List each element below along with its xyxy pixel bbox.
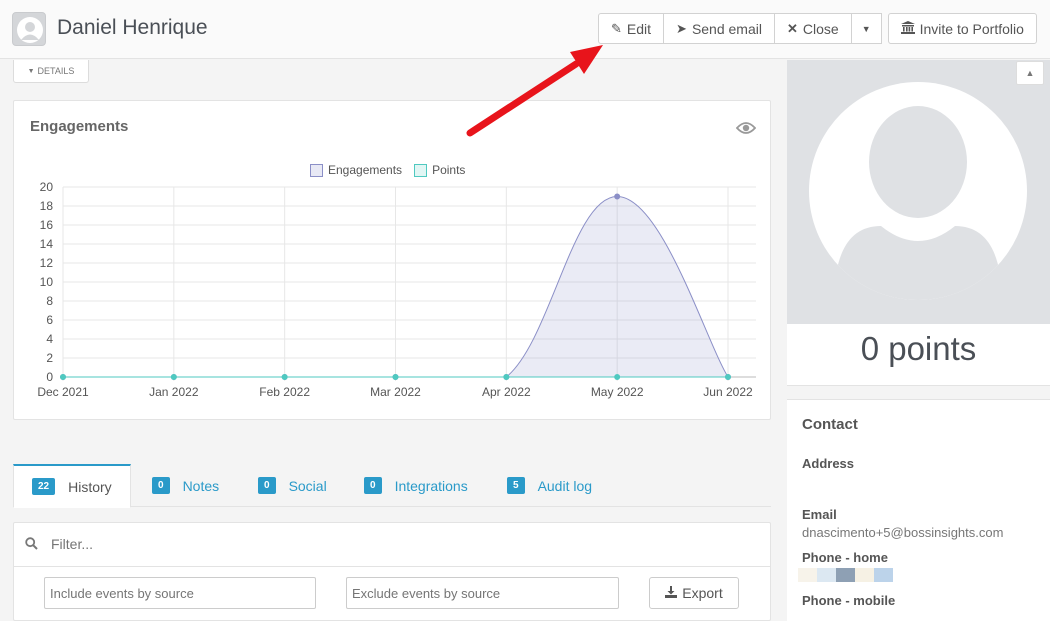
tab-history[interactable]: 22 History <box>13 464 131 508</box>
email-label: Email <box>802 507 837 522</box>
notes-count-badge: 0 <box>152 477 170 494</box>
filter-row <box>14 523 770 567</box>
download-icon <box>665 585 678 601</box>
tab-label-history: History <box>68 478 112 495</box>
send-email-button[interactable]: ➤ Send email <box>663 13 775 44</box>
redacted-phone-value <box>798 568 893 582</box>
x-tick-label: Mar 2022 <box>370 385 421 399</box>
x-tick-label: Jan 2022 <box>149 385 199 399</box>
send-email-label: Send email <box>691 20 762 37</box>
more-actions-dropdown[interactable]: ▼ <box>850 13 882 44</box>
points-total: 0 points <box>860 330 977 367</box>
tab-integrations[interactable]: 0 Integrations <box>364 464 468 507</box>
data-point-points <box>170 374 177 380</box>
integrations-count-badge: 0 <box>364 477 382 494</box>
header-actions: ✎ Edit ➤ Send email ✕ Close ▼ Invite to … <box>598 13 1037 44</box>
data-point-engagements <box>614 193 621 200</box>
address-label: Address <box>802 456 855 471</box>
y-tick-label: 0 <box>46 370 53 384</box>
x-tick-label: Dec 2021 <box>37 385 89 399</box>
edit-button[interactable]: ✎ Edit <box>598 13 665 44</box>
contact-avatar-small <box>12 12 46 46</box>
close-button[interactable]: ✕ Close <box>773 13 852 44</box>
include-events-input[interactable] <box>44 577 316 609</box>
tab-label-audit-log: Audit log <box>537 477 593 494</box>
page-header: Daniel Henrique ✎ Edit ➤ Send email ✕ Cl… <box>0 0 1050 59</box>
data-point-points <box>392 374 399 380</box>
tab-label-notes: Notes <box>182 477 220 494</box>
x-tick-label: Apr 2022 <box>482 385 531 399</box>
filter-input[interactable] <box>51 536 451 552</box>
y-tick-label: 8 <box>46 294 53 308</box>
invite-to-portfolio-button[interactable]: Invite to Portfolio <box>887 13 1037 44</box>
institution-icon <box>900 20 915 37</box>
data-point-points <box>281 374 288 380</box>
exclude-events-input[interactable] <box>346 577 619 609</box>
phone-home-label: Phone - home <box>802 550 888 565</box>
x-tick-label: May 2022 <box>591 385 644 399</box>
collapse-sidebar-button[interactable]: ▲ <box>1016 61 1044 85</box>
close-icon: ✕ <box>786 20 798 36</box>
y-tick-label: 16 <box>40 218 54 232</box>
engagements-panel: Engagements Engagements Points 0 2 4 6 8 10 12… <box>13 100 771 420</box>
y-tick-label: 2 <box>46 351 53 365</box>
phone-mobile-label: Phone - mobile <box>802 593 896 608</box>
history-filter-box: Export <box>13 522 771 621</box>
data-point-points <box>725 374 731 380</box>
data-point-points <box>60 374 66 380</box>
engagements-chart: 0 2 4 6 8 10 12 14 16 18 20 Dec 2021 Jan 2022 Feb 202… <box>37 180 756 399</box>
details-toggle[interactable]: ▼ DETAILS <box>13 60 89 83</box>
audit-log-count-badge: 5 <box>507 477 525 494</box>
sidebar-divider <box>787 385 1050 400</box>
y-tick-label: 4 <box>46 332 53 346</box>
tab-audit-log[interactable]: 5 Audit log <box>507 464 592 507</box>
x-tick-label: Feb 2022 <box>259 385 310 399</box>
data-point-points <box>503 374 510 380</box>
export-label: Export <box>682 585 723 601</box>
y-tick-label: 10 <box>40 275 54 289</box>
y-tick-label: 6 <box>46 313 53 327</box>
contact-sidebar: ▲ 0 points Contact Address Email dnascim… <box>787 60 1050 621</box>
edit-icon: ✎ <box>611 20 622 36</box>
data-point-points <box>614 374 621 380</box>
search-icon <box>25 537 38 555</box>
email-value[interactable]: dnascimento+5@bossinsights.com <box>802 525 1003 540</box>
tab-notes[interactable]: 0 Notes <box>152 464 219 507</box>
caret-down-icon: ▼ <box>27 67 35 75</box>
page-title: Daniel Henrique <box>57 16 208 39</box>
caret-down-icon: ▼ <box>861 23 871 34</box>
invite-label: Invite to Portfolio <box>919 20 1024 37</box>
y-tick-label: 14 <box>40 237 54 251</box>
tab-label-social: Social <box>288 477 327 494</box>
edit-label: Edit <box>626 20 652 37</box>
contact-heading: Contact <box>802 416 858 433</box>
y-tick-label: 18 <box>40 199 54 213</box>
y-tick-label: 20 <box>40 180 54 194</box>
details-label: DETAILS <box>37 66 75 76</box>
y-tick-label: 12 <box>40 256 54 270</box>
social-count-badge: 0 <box>258 477 276 494</box>
history-count-badge: 22 <box>32 478 56 495</box>
tab-social[interactable]: 0 Social <box>258 464 327 507</box>
paper-plane-icon: ➤ <box>676 20 687 36</box>
activity-tabs: 22 History 0 Notes 0 Social 0 Integratio… <box>13 464 771 508</box>
close-label: Close <box>802 20 839 37</box>
caret-up-icon: ▲ <box>1025 68 1035 78</box>
tab-label-integrations: Integrations <box>394 477 468 494</box>
x-tick-label: Jun 2022 <box>703 385 753 399</box>
contact-photo <box>787 60 1050 324</box>
export-button[interactable]: Export <box>649 577 739 609</box>
